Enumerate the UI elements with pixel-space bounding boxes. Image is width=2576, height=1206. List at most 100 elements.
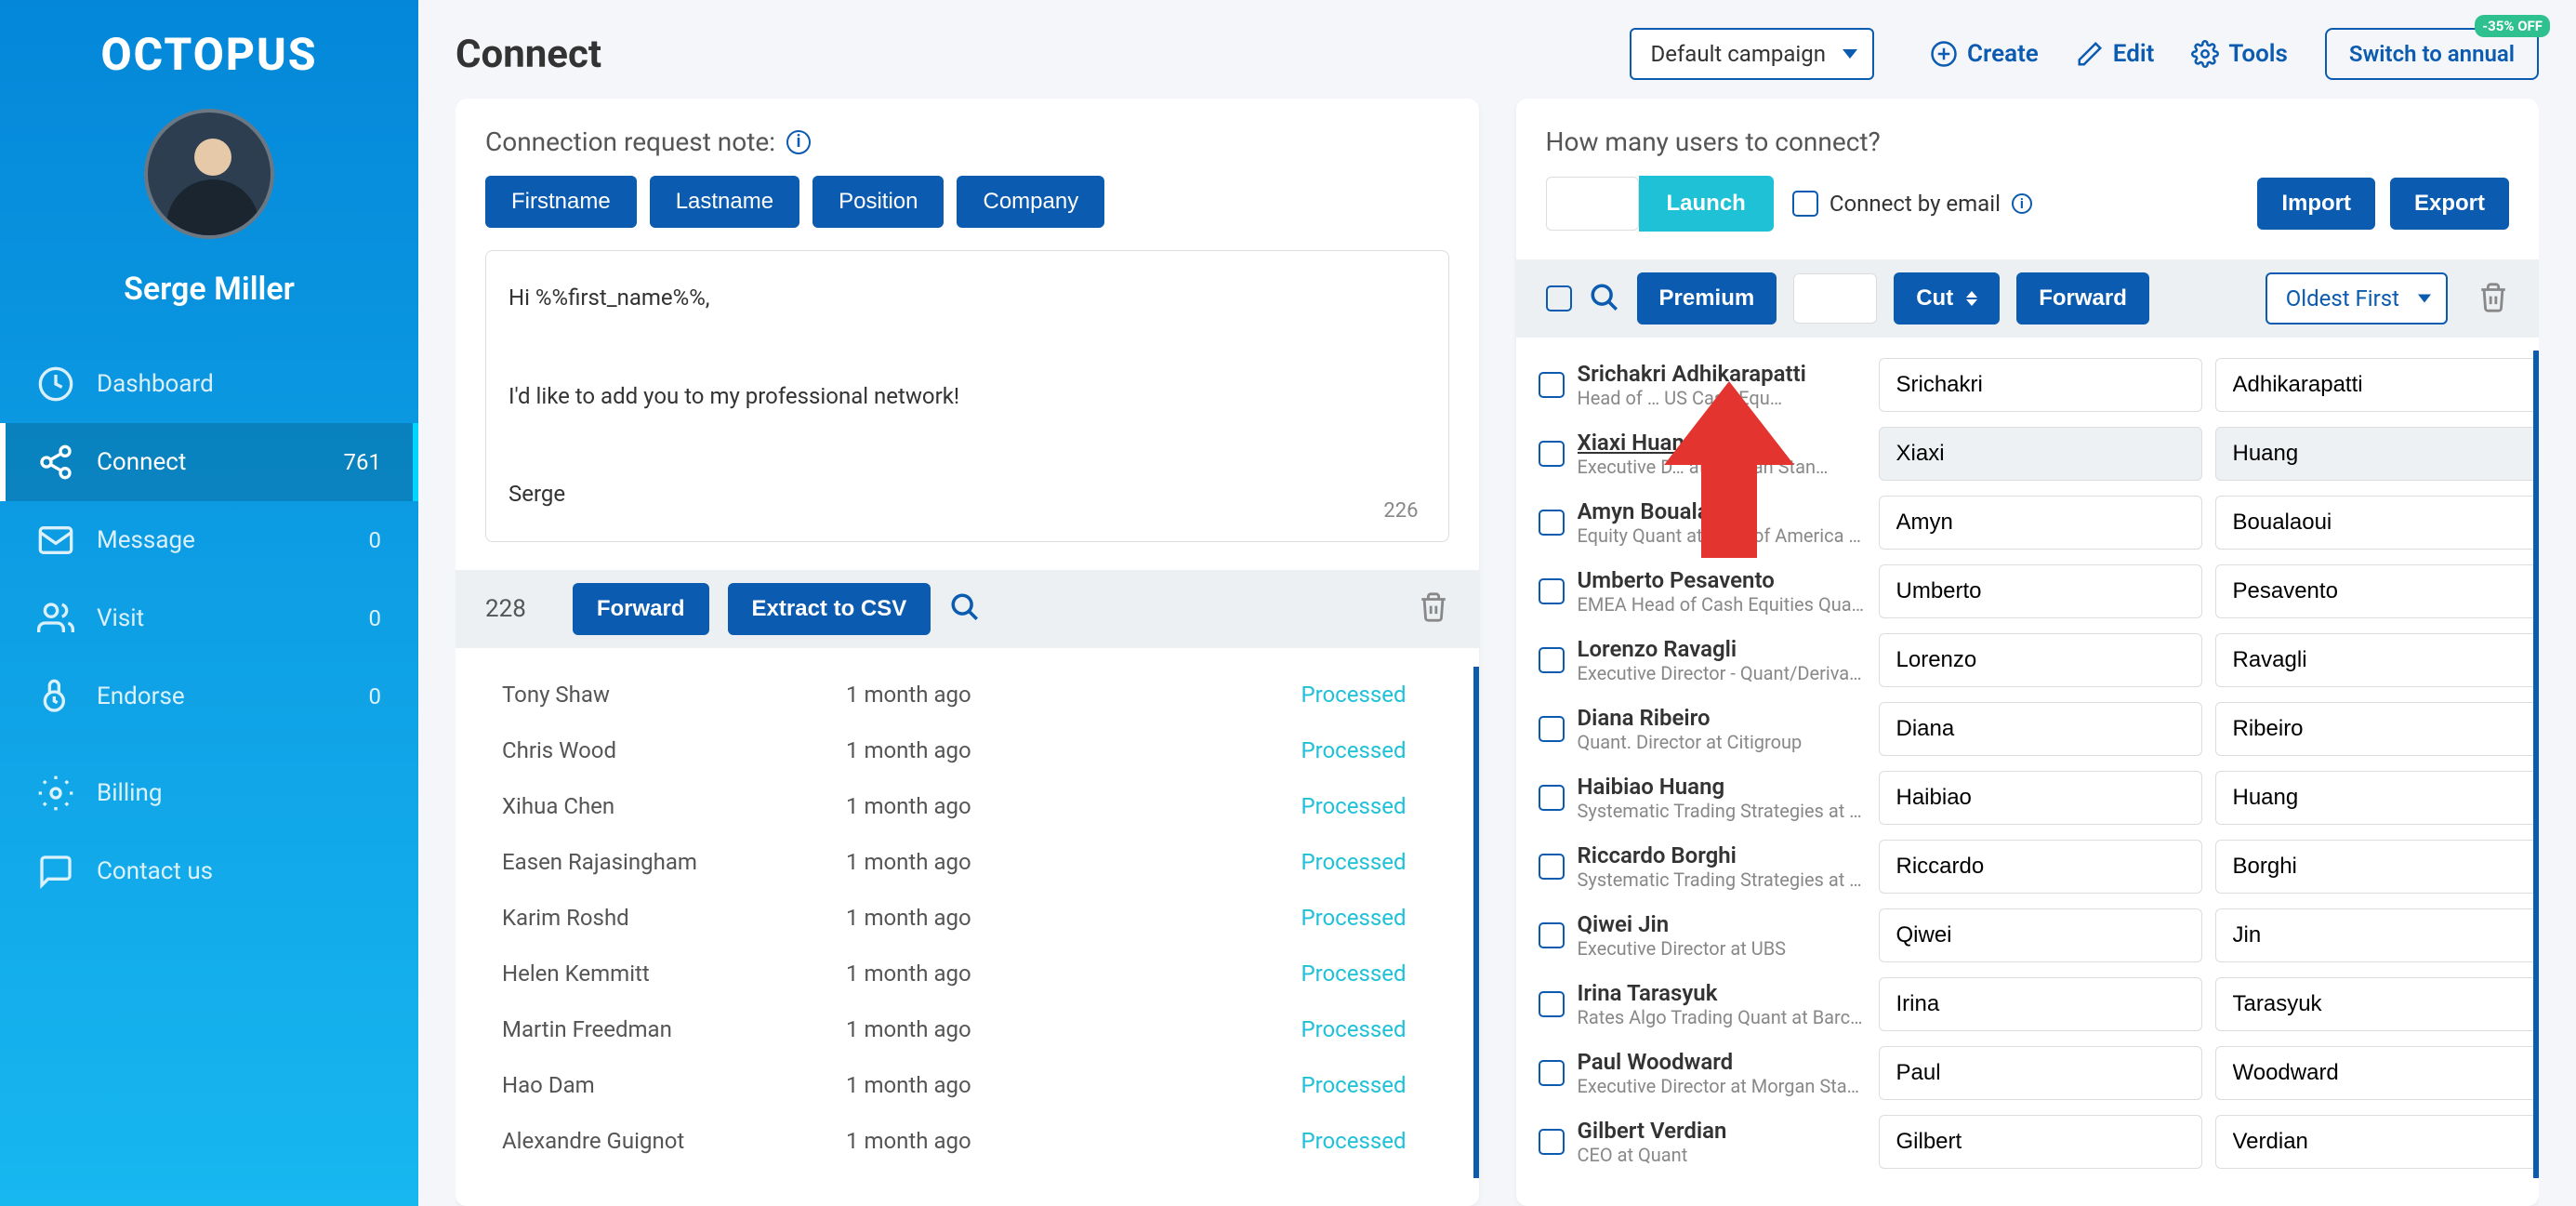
lead-lastname-input[interactable] [2215,358,2539,412]
info-icon[interactable]: i [786,130,811,154]
processed-status[interactable]: Processed [1125,1128,1449,1154]
note-textarea[interactable]: Hi %%first_name%%, I'd like to add you t… [485,250,1449,542]
delete-button[interactable] [1418,591,1449,626]
lead-firstname-input[interactable] [1879,840,2202,894]
cut-button[interactable]: Cut [1894,272,2000,325]
switch-annual-button[interactable]: Switch to annual -35% OFF [2325,28,2539,80]
processed-status[interactable]: Processed [1125,1072,1449,1098]
lead-firstname-input[interactable] [1879,496,2202,550]
lead-checkbox[interactable] [1539,510,1565,536]
lead-info[interactable]: Diana RibeiroQuant. Director at Citigrou… [1578,705,1866,753]
lead-checkbox[interactable] [1539,1129,1565,1155]
sidebar-item-visit[interactable]: Visit0 [0,579,418,657]
export-button[interactable]: Export [2390,178,2509,230]
lead-firstname-input[interactable] [1879,702,2202,756]
sidebar-item-endorse[interactable]: Endorse0 [0,657,418,736]
avatar[interactable] [144,109,274,239]
tools-button[interactable]: Tools [2191,40,2288,68]
lead-firstname-input[interactable] [1879,358,2202,412]
lead-checkbox[interactable] [1539,991,1565,1017]
lead-lastname-input[interactable] [2215,771,2539,825]
nav-count: 0 [369,605,382,631]
sidebar-item-billing[interactable]: Billing [0,754,418,832]
lead-firstname-input[interactable] [1879,977,2202,1031]
processed-status[interactable]: Processed [1125,682,1449,708]
sidebar-item-contact-us[interactable]: Contact us [0,832,418,910]
processed-status[interactable]: Processed [1125,737,1449,763]
connect-email-checkbox[interactable] [1792,191,1818,217]
firstname-token[interactable]: Firstname [485,176,637,228]
lead-row: Srichakri AdhikarapattiHead of … US Cash… [1516,351,2540,419]
lead-info[interactable]: Riccardo BorghiSystematic Trading Strate… [1578,842,1866,891]
filter-input[interactable] [1793,273,1877,324]
lead-firstname-input[interactable] [1879,1046,2202,1100]
sidebar-item-connect[interactable]: Connect761 [0,423,418,501]
lead-firstname-input[interactable] [1879,1115,2202,1169]
lead-info[interactable]: Irina TarasyukRates Algo Trading Quant a… [1578,980,1866,1028]
lead-checkbox[interactable] [1539,785,1565,811]
search-leads-button[interactable] [1589,282,1620,316]
lead-info[interactable]: Haibiao HuangSystematic Trading Strategi… [1578,774,1866,822]
delete-leads-button[interactable] [2477,282,2509,316]
lead-lastname-input[interactable] [2215,977,2539,1031]
launch-button[interactable]: Launch [1639,176,1774,232]
processed-status[interactable]: Processed [1125,905,1449,931]
lead-checkbox[interactable] [1539,716,1565,742]
lead-firstname-input[interactable] [1879,427,2202,481]
extract-csv-button[interactable]: Extract to CSV [728,583,931,635]
lead-info[interactable]: Lorenzo RavagliExecutive Director - Quan… [1578,636,1866,684]
premium-button[interactable]: Premium [1637,272,1777,325]
lead-checkbox[interactable] [1539,922,1565,948]
lead-lastname-input[interactable] [2215,840,2539,894]
lead-firstname-input[interactable] [1879,633,2202,687]
connect-email-option[interactable]: Connect by email i [1792,191,2032,217]
forward-leads-button[interactable]: Forward [2016,272,2149,325]
sort-select[interactable]: Oldest First [2266,272,2448,325]
lead-lastname-input[interactable] [2215,1115,2539,1169]
lead-lastname-input[interactable] [2215,633,2539,687]
lead-info[interactable]: Umberto PesaventoEMEA Head of Cash Equit… [1578,567,1866,616]
sidebar-item-dashboard[interactable]: Dashboard [0,345,418,423]
lead-lastname-input[interactable] [2215,702,2539,756]
processed-row: Alexandre Guignot1 month agoProcessed [456,1113,1479,1169]
lead-info[interactable]: Qiwei JinExecutive Director at UBS [1578,911,1866,960]
lead-checkbox[interactable] [1539,854,1565,880]
lead-checkbox[interactable] [1539,441,1565,467]
campaign-select[interactable]: Default campaign [1630,28,1874,80]
select-all-checkbox[interactable] [1546,285,1572,311]
create-button[interactable]: Create [1930,40,2039,68]
lead-checkbox[interactable] [1539,372,1565,398]
lead-lastname-input[interactable] [2215,496,2539,550]
lead-lastname-input[interactable] [2215,427,2539,481]
processed-status[interactable]: Processed [1125,849,1449,875]
processed-status[interactable]: Processed [1125,1016,1449,1042]
lead-lastname-input[interactable] [2215,564,2539,618]
forward-button[interactable]: Forward [573,583,709,635]
import-button[interactable]: Import [2257,178,2375,230]
lead-checkbox[interactable] [1539,578,1565,604]
lead-info[interactable]: Xiaxi HuangExecutive D… at Morgan Stan… [1578,430,1866,478]
info-icon[interactable]: i [2012,193,2032,214]
processed-status[interactable]: Processed [1125,793,1449,819]
sidebar-item-message[interactable]: Message0 [0,501,418,579]
lead-name: Paul Woodward [1578,1049,1866,1075]
lead-info[interactable]: Paul WoodwardExecutive Director at Morga… [1578,1049,1866,1097]
search-button[interactable] [949,591,981,626]
lead-info[interactable]: Srichakri AdhikarapattiHead of … US Cash… [1578,361,1866,409]
edit-button[interactable]: Edit [2076,40,2155,68]
processed-row: Karim Roshd1 month agoProcessed [456,890,1479,946]
lead-firstname-input[interactable] [1879,564,2202,618]
lead-lastname-input[interactable] [2215,908,2539,962]
lead-checkbox[interactable] [1539,647,1565,673]
lead-lastname-input[interactable] [2215,1046,2539,1100]
lead-checkbox[interactable] [1539,1060,1565,1086]
lead-firstname-input[interactable] [1879,771,2202,825]
lastname-token[interactable]: Lastname [650,176,799,228]
user-count-input[interactable] [1546,177,1639,231]
position-token[interactable]: Position [812,176,944,228]
lead-info[interactable]: Gilbert VerdianCEO at Quant [1578,1118,1866,1166]
company-token[interactable]: Company [957,176,1104,228]
processed-status[interactable]: Processed [1125,961,1449,987]
lead-info[interactable]: Amyn BoualaouiEquity Quant at Bank of Am… [1578,498,1866,547]
lead-firstname-input[interactable] [1879,908,2202,962]
